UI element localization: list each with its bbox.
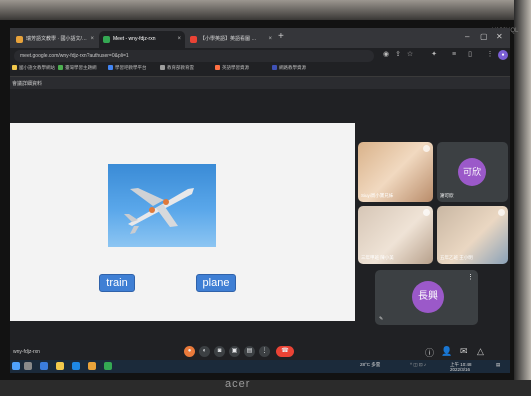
bookmark-item[interactable]: 學習吧教學平台	[108, 65, 147, 71]
minimize-icon[interactable]: –	[465, 32, 469, 41]
word-card-plane: plane	[196, 274, 236, 292]
meet-favicon-icon	[103, 36, 110, 43]
chat-icon[interactable]: ✉	[460, 346, 468, 357]
bookmark-item[interactable]: 臺灣學習主題網	[58, 65, 97, 71]
weather-tray[interactable]: 28°C 多雲	[360, 362, 380, 368]
meeting-details-label[interactable]: 會議詳細資料	[12, 80, 42, 87]
info-icon[interactable]: ⓘ	[425, 346, 434, 359]
screen: 瑞芳語文教學 · 國小語文/… × Meet - wny-fdjz-rxn × …	[10, 28, 510, 373]
participant-tile[interactable]: 可欣 謝可欣	[437, 142, 508, 202]
menu-icon[interactable]: ⋮	[486, 51, 494, 59]
desk	[0, 380, 531, 396]
tab-label: 【小學英語】英語看圖 …	[200, 36, 257, 42]
pin-icon[interactable]	[498, 209, 505, 216]
word-card-train: train	[99, 274, 135, 292]
hangup-icon[interactable]: ☎	[276, 346, 294, 357]
more-icon[interactable]: ⋮	[259, 346, 270, 357]
browser-tab[interactable]: 【小學英語】英語看圖 … ×	[186, 31, 276, 48]
participant-avatar: 可欣	[458, 158, 486, 186]
participant-name: 三年甲班 陳小美	[361, 255, 394, 260]
clock-date[interactable]: 2022/3/16	[450, 367, 470, 372]
bookmark-item[interactable]: 國小語文教學網站	[12, 65, 55, 71]
url-input[interactable]: meet.google.com/wny-fdjz-rxn?authuser=0&…	[14, 50, 374, 62]
windows-taskbar	[10, 360, 510, 373]
close-icon[interactable]: ×	[177, 31, 181, 48]
camera-permission-icon[interactable]: ◉	[382, 51, 390, 59]
present-icon[interactable]: ▤	[244, 346, 255, 357]
camera-icon[interactable]: ◙	[214, 346, 225, 357]
meet-info-bar	[10, 77, 510, 89]
background-wall	[0, 0, 531, 20]
edge-icon[interactable]	[72, 362, 80, 370]
tab-label: Meet - wny-fdjz-rxn	[113, 36, 156, 42]
participant-tile[interactable]: Siuyi周小寶兄妹	[358, 142, 433, 202]
tab-label: 瑞芳語文教學 · 國小語文/…	[26, 36, 87, 42]
participant-name: Siuyi周小寶兄妹	[361, 193, 394, 198]
bookmark-item[interactable]: 英語學習資源	[215, 65, 249, 71]
background-wall-right	[514, 0, 531, 396]
browser-tab-active[interactable]: Meet - wny-fdjz-rxn ×	[99, 31, 185, 48]
mic-muted-icon: ✎	[379, 316, 384, 322]
playlist-icon[interactable]: ≡	[450, 51, 458, 59]
participant-tile[interactable]: 五年乙班 王小明	[437, 206, 508, 264]
chrome-icon[interactable]	[104, 362, 112, 370]
bookmark-item[interactable]: 網路教學資源	[272, 65, 306, 71]
mic-icon[interactable]: ◐	[199, 346, 210, 357]
monitor-brand-logo: acer	[225, 378, 251, 390]
participant-name: 五年乙班 王小明	[440, 255, 473, 260]
raise-hand-icon[interactable]: ●	[184, 346, 195, 357]
participant-name: 謝可欣	[440, 193, 454, 198]
airplane-icon	[124, 188, 194, 234]
tray-icons[interactable]: ^ ◫ ⊡ ♪	[410, 362, 426, 368]
airplane-image	[108, 164, 216, 247]
notification-icon[interactable]: ▤	[496, 362, 500, 368]
youtube-favicon-icon	[190, 36, 197, 43]
close-icon[interactable]: ×	[90, 31, 94, 48]
share-icon[interactable]: ⇪	[394, 51, 402, 59]
browser-tab[interactable]: 瑞芳語文教學 · 國小語文/… ×	[12, 31, 98, 48]
star-icon[interactable]: ☆	[406, 51, 414, 59]
bookmark-item[interactable]: 教育部教育雲	[160, 65, 194, 71]
close-icon[interactable]: ×	[268, 31, 272, 48]
app-icon[interactable]	[88, 362, 96, 370]
meeting-code: wny-fdjz-rxn	[13, 349, 40, 355]
extension-icon[interactable]: ✦	[430, 51, 438, 59]
tab-favicon-icon	[16, 36, 23, 43]
task-view-icon[interactable]	[40, 362, 48, 370]
file-explorer-icon[interactable]	[56, 362, 64, 370]
self-view-tile[interactable]: 長興 ⋮ ✎	[375, 270, 478, 325]
search-icon[interactable]	[24, 362, 32, 370]
maximize-icon[interactable]: ▢	[480, 32, 488, 41]
more-options-icon[interactable]: ⋮	[467, 273, 474, 281]
profile-avatar[interactable]: ●	[498, 50, 508, 60]
people-icon[interactable]: 👤	[441, 346, 452, 357]
close-window-icon[interactable]: ✕	[496, 32, 503, 41]
start-icon[interactable]	[12, 362, 20, 370]
sidepanel-icon[interactable]: ▯	[466, 51, 474, 59]
pin-icon[interactable]	[423, 209, 430, 216]
participant-tile[interactable]: 三年甲班 陳小美	[358, 206, 433, 264]
pin-icon[interactable]	[423, 145, 430, 152]
activities-icon[interactable]: △	[477, 346, 484, 357]
captions-icon[interactable]: ▣	[229, 346, 240, 357]
new-tab-button[interactable]: +	[278, 31, 284, 42]
participant-avatar: 長興	[412, 281, 444, 313]
